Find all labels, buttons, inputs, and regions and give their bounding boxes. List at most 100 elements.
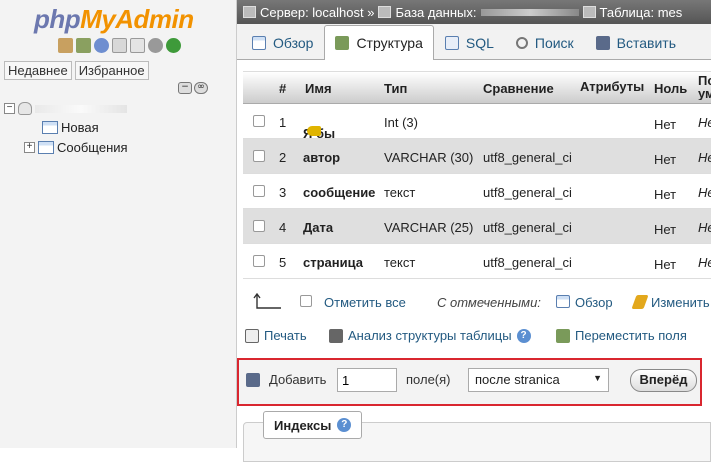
help-icon[interactable]: ? (337, 418, 352, 432)
primary-key-icon (307, 126, 321, 136)
navigation-panel: phpMyAdmin Недавнее Избранное − ∞ − Нова… (0, 0, 237, 448)
selected-change-button[interactable]: Изменить (631, 295, 710, 310)
tree-item-new[interactable]: Новая (42, 120, 99, 135)
column-count-input[interactable] (337, 368, 397, 392)
help-icon[interactable]: ? (516, 328, 531, 343)
row-type: Int (3) (384, 115, 418, 130)
table-icon (38, 141, 54, 154)
nav-tab-recent[interactable]: Недавнее (4, 61, 72, 80)
add-columns-form: Добавить поле(я) после stranica ▼ Вперёд (237, 358, 702, 406)
link-with-main-button[interactable]: ∞ (194, 82, 208, 94)
expand-icon[interactable]: + (24, 142, 35, 153)
tab-browse[interactable]: Обзор (241, 26, 324, 59)
home-icon[interactable] (58, 38, 73, 53)
tab-insert[interactable]: Вставить (585, 26, 687, 59)
row-collation: utf8_general_ci (483, 150, 572, 165)
column-header-attributes: Атрибуты (580, 79, 645, 94)
settings-icon[interactable] (148, 38, 163, 53)
with-selected-label: С отмеченными: (437, 295, 541, 310)
browse-icon (252, 36, 266, 50)
row-num: 1 (279, 115, 287, 130)
row-default: Не (698, 255, 711, 270)
column-header-num: # (279, 81, 287, 96)
pencil-icon (631, 295, 649, 309)
row-num: 2 (279, 150, 287, 165)
fields-label: поле(я) (406, 372, 451, 387)
row-collation: utf8_general_ci (483, 185, 572, 200)
row-type: VARCHAR (25) (384, 220, 474, 235)
print-icon (245, 328, 259, 343)
go-button[interactable]: Вперёд (630, 369, 697, 392)
row-null: Нет (654, 152, 677, 167)
exit-icon[interactable] (76, 38, 91, 53)
phpmyadmin-logo[interactable]: phpMyAdmin (34, 4, 194, 35)
row-checkbox[interactable] (253, 255, 265, 267)
row-default: Не (698, 220, 711, 235)
column-header-name: Имя (305, 81, 332, 96)
structure-icon (335, 36, 350, 50)
table-row: 2 автор VARCHAR (30) utf8_general_ci Нет… (243, 139, 711, 174)
database-name-redacted (35, 104, 127, 113)
tab-search[interactable]: Поиск (505, 26, 585, 59)
row-type: текст (384, 185, 416, 200)
analyze-icon (329, 328, 343, 343)
breadcrumb-server[interactable]: Сервер: localhost » (243, 5, 374, 20)
breadcrumb-database[interactable]: База данных: (378, 5, 579, 20)
print-button[interactable]: Печать (245, 328, 307, 343)
reload-icon[interactable] (166, 38, 181, 53)
add-column-icon (246, 373, 260, 387)
row-name: сообщение (303, 185, 376, 200)
row-checkbox[interactable] (253, 185, 265, 197)
nav-icon-bar (58, 38, 181, 53)
row-checkbox[interactable] (253, 150, 265, 162)
table-row: 4 Дата VARCHAR (25) utf8_general_ci Нет … (243, 209, 711, 244)
copy-icon[interactable] (130, 38, 145, 53)
move-columns-icon (556, 328, 570, 343)
row-null: Нет (654, 222, 677, 237)
database-icon (18, 102, 32, 115)
breadcrumb: Сервер: localhost » База данных: Таблица… (237, 0, 711, 24)
row-name: страница (303, 255, 363, 270)
column-position-select[interactable]: после stranica ▼ (468, 368, 609, 392)
tree-item-table[interactable]: + Сообщения (24, 140, 128, 155)
help-icon[interactable] (94, 38, 109, 53)
dropdown-arrow-icon: ▼ (593, 373, 602, 383)
check-all-checkbox[interactable] (300, 295, 312, 307)
row-num: 5 (279, 255, 287, 270)
structure-table: # Имя Тип Сравнение Атрибуты Ноль По ум … (243, 71, 711, 279)
tree-database-node[interactable]: − (4, 102, 127, 115)
indexes-legend[interactable]: Индексы ? (263, 411, 363, 439)
row-checkbox[interactable] (253, 115, 265, 127)
server-icon (243, 6, 256, 18)
row-num: 4 (279, 220, 287, 235)
database-icon (378, 6, 392, 18)
row-null: Нет (654, 117, 677, 132)
row-type: VARCHAR (30) (384, 150, 474, 165)
sql-icon (444, 36, 459, 50)
tab-structure[interactable]: Структура (324, 25, 434, 60)
analyze-structure-button[interactable]: Анализ структуры таблицы ? (329, 328, 531, 343)
move-columns-button[interactable]: Переместить поля (556, 328, 687, 343)
structure-tools: Печать Анализ структуры таблицы ? Переме… (243, 327, 711, 349)
nav-tab-favorites[interactable]: Избранное (74, 61, 149, 80)
row-checkbox[interactable] (253, 220, 265, 232)
docs-icon[interactable] (112, 38, 127, 53)
selected-browse-button[interactable]: Обзор (556, 295, 613, 310)
collapse-icon[interactable]: − (4, 103, 15, 114)
table-row: 1 Я бы Int (3) Нет Не (243, 104, 711, 141)
row-collation: utf8_general_ci (483, 220, 572, 235)
column-header-null: Ноль (654, 81, 688, 96)
breadcrumb-table[interactable]: Таблица: mes (582, 5, 682, 20)
tab-sql[interactable]: SQL (434, 26, 505, 59)
row-type: текст (384, 255, 416, 270)
row-num: 3 (279, 185, 287, 200)
row-null: Нет (654, 257, 677, 272)
check-all-link[interactable]: Отметить все (324, 295, 406, 310)
row-null: Нет (654, 187, 677, 202)
select-arrow-icon (253, 293, 281, 309)
table-row: 5 страница текст utf8_general_ci Нет Не (243, 244, 711, 279)
collapse-all-button[interactable]: − (178, 82, 192, 94)
row-default: Не (698, 115, 711, 130)
row-collation: utf8_general_ci (483, 255, 572, 270)
column-header-default: По ум (698, 74, 711, 100)
